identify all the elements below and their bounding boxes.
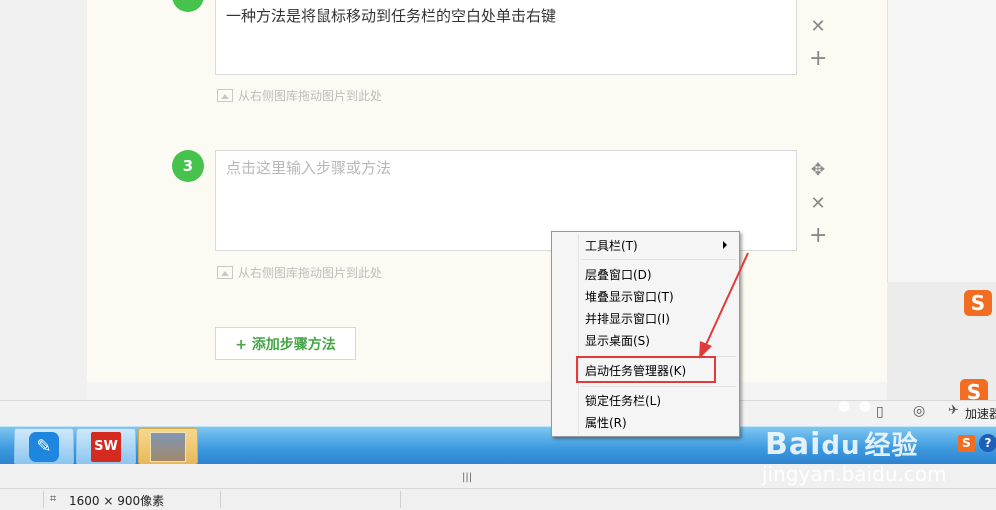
menu-item-stack-windows[interactable]: 堆叠显示窗口(T) xyxy=(585,287,674,307)
taskbar-item-editor[interactable]: ✎ xyxy=(14,428,74,465)
annotation-arrow xyxy=(699,252,749,359)
taskbar-item-solidworks[interactable]: SW xyxy=(76,428,136,465)
add-after-step-3-icon[interactable]: + xyxy=(809,225,827,247)
image-resolution: 1600 × 900像素 xyxy=(69,494,165,508)
help-icon[interactable]: ? xyxy=(979,434,996,452)
step-3-image-dropzone[interactable]: 从右侧图库拖动图片到此处 xyxy=(217,264,382,281)
move-step-3-icon[interactable]: ✥ xyxy=(809,161,827,179)
image-hint-text: 从右侧图库拖动图片到此处 xyxy=(238,89,383,103)
edit-icon: ✎ xyxy=(29,431,59,462)
menu-item-lock-taskbar[interactable]: 锁定任务栏(L) xyxy=(585,391,661,411)
left-gutter xyxy=(0,0,87,400)
paw-dots: ● ● xyxy=(838,398,873,414)
baidu-watermark-url: jingyan.baidu.com xyxy=(762,462,947,486)
step-3-number-badge: 3 xyxy=(172,150,204,182)
picture-icon xyxy=(217,89,233,102)
phone-icon[interactable]: ▯ xyxy=(876,404,884,420)
image-hint-text: 从右侧图库拖动图片到此处 xyxy=(238,266,383,280)
tray-sogou-icon[interactable]: S xyxy=(958,435,975,452)
add-step-button[interactable]: + 添加步骤方法 xyxy=(215,327,356,360)
accelerator-icon[interactable]: ✈ xyxy=(948,403,959,418)
baidu-paw-icon: du xyxy=(821,431,861,461)
jingyan-brand: 经验 xyxy=(864,431,919,461)
dimensions-icon: ⌗ xyxy=(50,492,57,505)
delete-step-3-icon[interactable]: ✕ xyxy=(809,195,827,213)
image-thumbnail-icon xyxy=(150,431,186,462)
menu-item-show-desktop[interactable]: 显示桌面(S) xyxy=(585,331,650,351)
editor-footer xyxy=(87,382,887,400)
solidworks-icon: SW xyxy=(91,431,121,462)
menu-item-cascade-windows[interactable]: 层叠窗口(D) xyxy=(585,265,652,285)
taskbar-item-image[interactable] xyxy=(138,428,198,465)
image-library-panel xyxy=(887,0,996,282)
baidu-watermark: Baidu 经验 xyxy=(765,425,919,462)
sogou-ime-icon[interactable]: S xyxy=(964,290,992,316)
delete-step-2-icon[interactable]: ✕ xyxy=(809,18,827,36)
menu-item-toolbars[interactable]: 工具栏(T) xyxy=(585,236,638,256)
add-after-step-2-icon[interactable]: + xyxy=(809,48,827,70)
picture-icon xyxy=(217,266,233,279)
baidu-brand: Bai xyxy=(765,427,822,462)
image-status-bar: ⌗ 1600 × 900像素 xyxy=(0,488,996,510)
resize-grip-icon[interactable]: ||| xyxy=(462,472,472,483)
step-2-text-field[interactable]: 一种方法是将鼠标移动到任务栏的空白处单击右键 xyxy=(215,0,797,75)
step-2-image-dropzone[interactable]: 从右侧图库拖动图片到此处 xyxy=(217,87,382,104)
menu-item-side-by-side[interactable]: 并排显示窗口(I) xyxy=(585,309,670,329)
accelerator-label[interactable]: 加速器 xyxy=(965,405,996,422)
browser-icon[interactable]: ◎ xyxy=(913,403,925,419)
menu-item-properties[interactable]: 属性(R) xyxy=(585,413,627,433)
